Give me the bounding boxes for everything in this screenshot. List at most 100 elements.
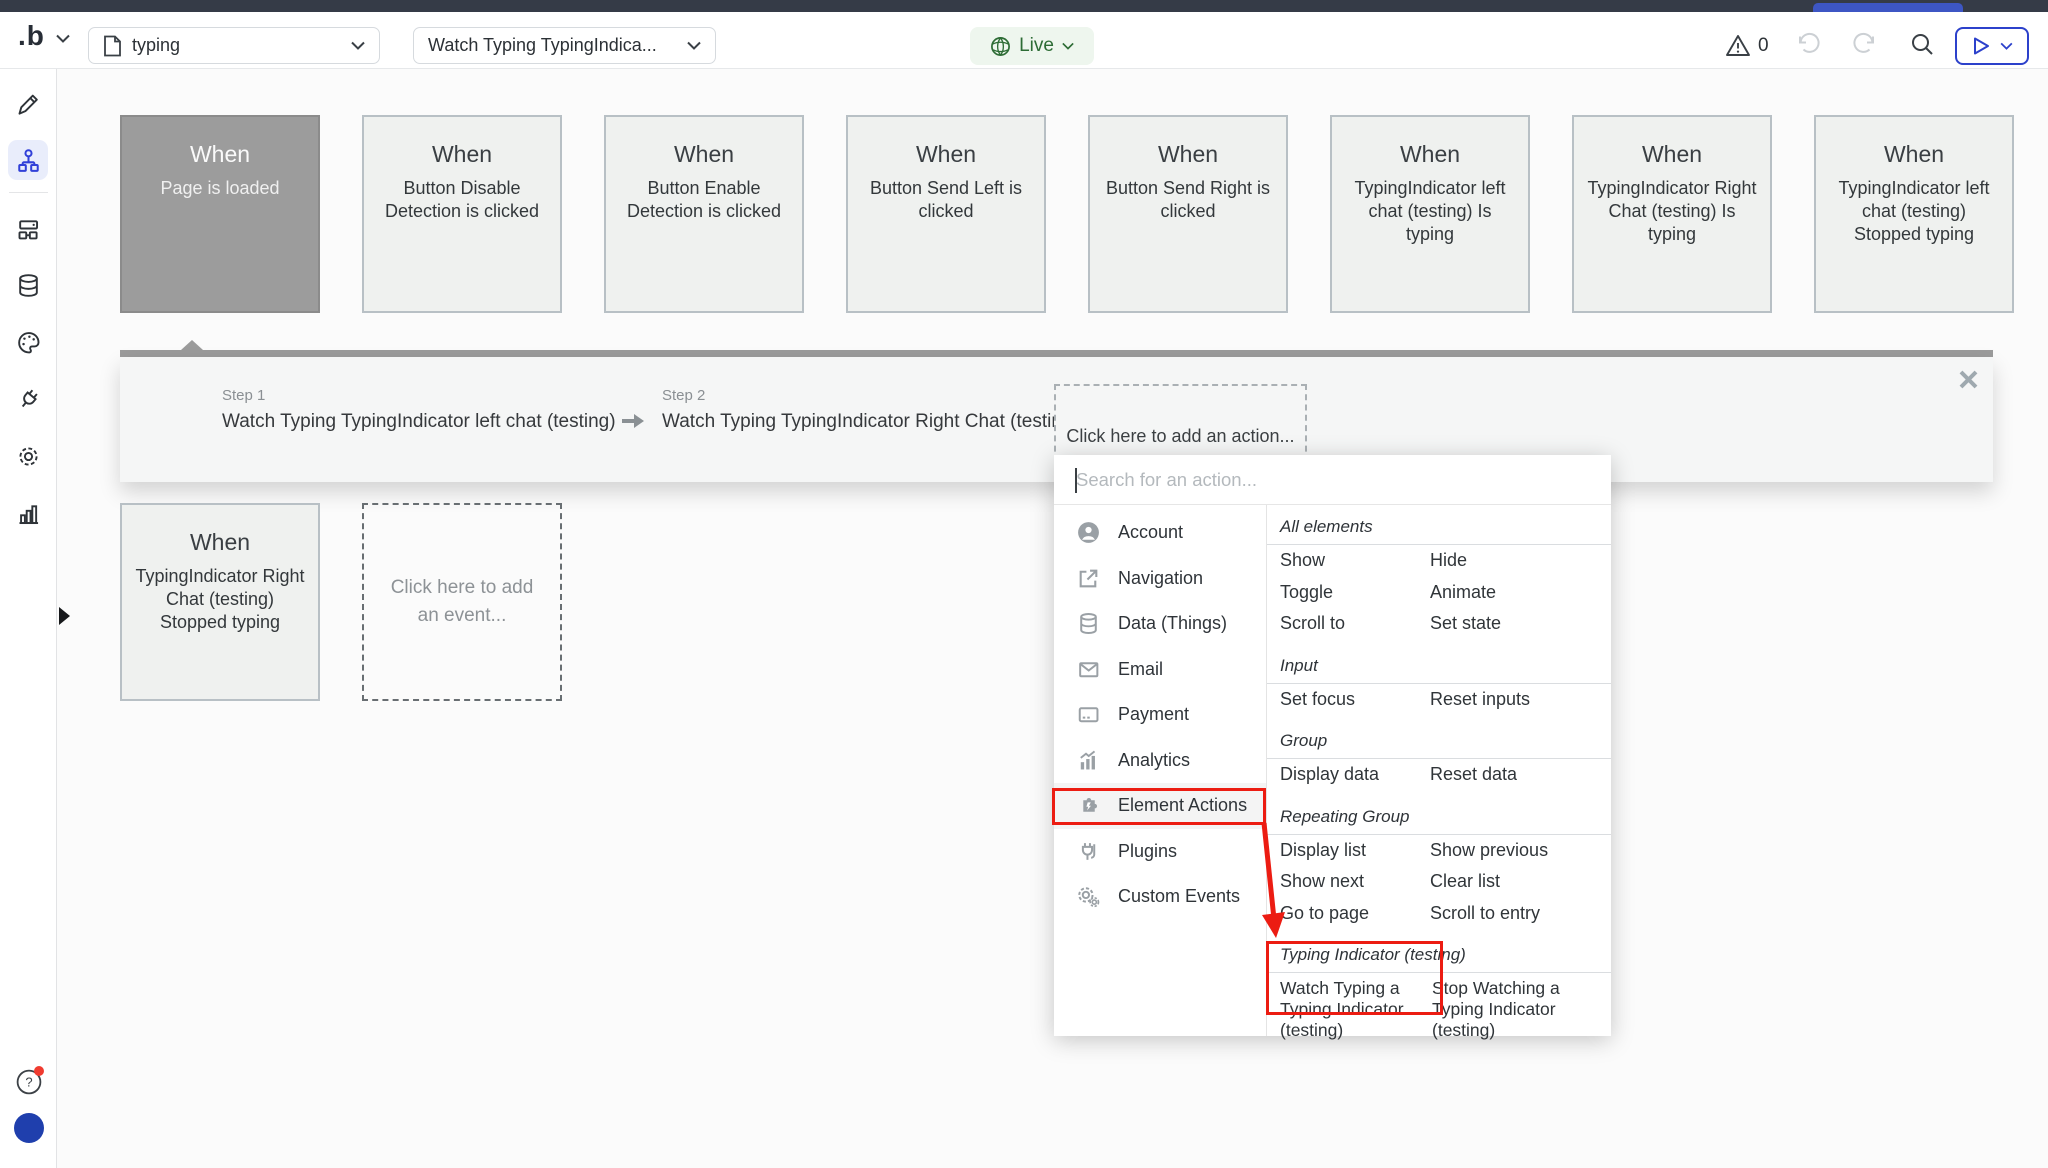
avatar[interactable] [14,1113,44,1143]
workflow-icon[interactable] [8,140,48,180]
window-top-strip [0,0,2048,12]
category-label: Data (Things) [1118,613,1227,634]
category-label: Analytics [1118,750,1190,771]
action-category-list: Account Navigation Data (Things) Email [1054,505,1267,1036]
chevron-down-icon [2000,42,2013,50]
event-card[interactable]: When Button Send Right is clicked [1088,115,1288,313]
toolbar: .b typing Watch Typing TypingIndica... L… [0,12,2048,69]
action-item[interactable]: Show next [1267,871,1430,892]
event-subtitle: Button Send Left is clicked [858,177,1034,223]
event-row: When Page is loaded When Button Disable … [120,115,2014,313]
action-item[interactable]: Scroll to entry [1430,903,1611,924]
chevron-down-icon [687,41,701,50]
action-item[interactable]: Toggle [1267,582,1430,603]
run-button[interactable] [1955,27,2029,65]
action-item[interactable]: Reset inputs [1430,689,1611,710]
action-item[interactable]: Show previous [1430,840,1611,861]
data-things-icon [1076,611,1101,636]
event-subtitle: Button Enable Detection is clicked [616,177,792,223]
category-navigation[interactable]: Navigation [1054,556,1266,602]
search-input[interactable] [1054,455,1611,504]
category-label: Email [1118,659,1163,680]
category-account[interactable]: Account [1054,510,1266,556]
palette-icon[interactable] [8,322,48,362]
event-when-label: When [848,141,1044,168]
section-header: All elements [1267,509,1611,545]
event-card[interactable]: When TypingIndicator Right Chat (testing… [120,503,320,701]
sidebar-divider [9,192,48,193]
category-payment[interactable]: Payment [1054,692,1266,738]
chevron-down-icon [1062,42,1074,50]
category-label: Payment [1118,704,1189,725]
action-list: All elements Show Hide Toggle Animate Sc… [1267,505,1611,1036]
selected-event-pointer [181,340,203,350]
event-card[interactable]: When TypingIndicator Right Chat (testing… [1572,115,1772,313]
event-subtitle: Button Disable Detection is clicked [374,177,550,223]
warning-icon [1725,34,1751,57]
plug-icon[interactable] [8,379,48,419]
navigation-icon [1076,566,1101,591]
step-title: Watch Typing TypingIndicator left chat (… [222,411,616,433]
notification-dot [34,1066,44,1076]
close-icon[interactable] [1958,369,1979,390]
element-actions-icon [1076,793,1101,818]
action-item[interactable]: Display data [1267,764,1430,785]
action-item[interactable]: Hide [1430,550,1611,571]
issues-count: 0 [1758,35,1769,57]
event-card[interactable]: When Button Enable Detection is clicked [604,115,804,313]
help-icon[interactable]: ? [16,1069,42,1095]
add-event-placeholder[interactable]: Click here to add an event... [362,503,562,701]
step-2[interactable]: Step 2 Watch Typing TypingIndicator Righ… [662,387,1079,433]
page-dropdown-value: typing [132,35,351,56]
action-item[interactable]: Set state [1430,613,1611,634]
action-item[interactable]: Reset data [1430,764,1611,785]
event-card[interactable]: When Button Send Left is clicked [846,115,1046,313]
category-custom-events[interactable]: Custom Events [1054,874,1266,920]
action-item[interactable]: Set focus [1267,689,1430,710]
event-card-page-loaded[interactable]: When Page is loaded [120,115,320,313]
horizontal-scrollbar[interactable] [120,350,1993,357]
action-item-watch-typing[interactable]: Watch Typing a Typing Indicator (testing… [1267,978,1430,1041]
event-card[interactable]: When TypingIndicator left chat (testing)… [1330,115,1530,313]
email-icon [1076,657,1101,682]
chart-icon[interactable] [8,493,48,533]
environment-selector[interactable]: Live [970,27,1094,65]
components-icon[interactable] [8,208,48,248]
category-email[interactable]: Email [1054,647,1266,693]
event-when-label: When [606,141,802,168]
step-1[interactable]: Step 1 Watch Typing TypingIndicator left… [222,387,616,433]
event-subtitle: TypingIndicator Right Chat (testing) Is … [1584,177,1760,246]
action-item[interactable]: Display list [1267,840,1430,861]
page-dropdown[interactable]: typing [88,27,380,64]
category-element-actions[interactable]: Element Actions [1054,783,1266,829]
search-icon[interactable] [1910,32,1935,57]
sidebar-expand-handle[interactable] [59,607,70,625]
gear-icon[interactable] [8,436,48,476]
event-subtitle: Page is loaded [132,177,308,200]
redo-button[interactable] [1852,32,1878,56]
step-title: Watch Typing TypingIndicator Right Chat … [662,411,1079,433]
category-plugins[interactable]: Plugins [1054,829,1266,875]
category-label: Plugins [1118,841,1177,862]
action-item[interactable]: Scroll to [1267,613,1430,634]
action-item[interactable]: Go to page [1267,903,1430,924]
event-when-label: When [1332,141,1528,168]
database-icon[interactable] [8,265,48,305]
action-item[interactable]: Animate [1430,582,1611,603]
category-data-things[interactable]: Data (Things) [1054,601,1266,647]
workflow-dropdown[interactable]: Watch Typing TypingIndica... [413,27,716,64]
undo-button[interactable] [1795,32,1821,56]
event-card[interactable]: When Button Disable Detection is clicked [362,115,562,313]
action-item[interactable]: Show [1267,550,1430,571]
pencil-icon[interactable] [8,83,48,123]
step-arrow-icon [620,412,646,430]
event-card[interactable]: When TypingIndicator left chat (testing)… [1814,115,2014,313]
issues-indicator[interactable]: 0 [1725,34,1769,57]
action-item-stop-watching[interactable]: Stop Watching a Typing Indicator (testin… [1430,978,1611,1041]
app-menu-chevron[interactable] [56,34,70,43]
event-when-label: When [1574,141,1770,168]
event-when-label: When [1090,141,1286,168]
action-search [1054,455,1611,505]
action-item[interactable]: Clear list [1430,871,1611,892]
category-analytics[interactable]: Analytics [1054,738,1266,784]
